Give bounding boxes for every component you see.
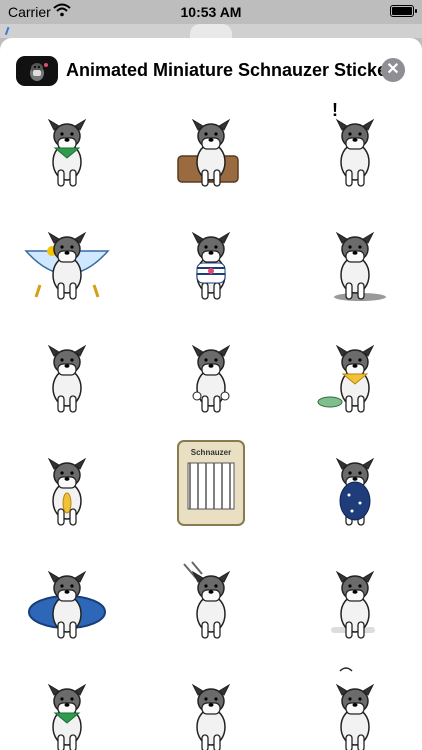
sticker-thumbs-up[interactable] [156,320,266,420]
schnauzer-app-icon [16,56,58,86]
crate-label: Schnauzer [191,448,231,457]
sticker-dizzy[interactable] [300,659,410,750]
sticker-food-bowl[interactable] [300,320,410,420]
sticker-on-suitcase[interactable] [156,94,266,194]
sticker-sheet: Animated Miniature Schnauzer Stickers ✕ [0,38,422,750]
sheet-header: Animated Miniature Schnauzer Stickers ✕ [0,38,422,102]
sticker-grooming[interactable] [156,546,266,646]
sticker-holding-fish[interactable] [12,433,122,533]
sticker-sitting-green-bandana[interactable] [12,94,122,194]
sticker-pet-carrier[interactable]: Schnauzer [156,433,266,533]
sticker-polka-dot-raincoat[interactable] [300,433,410,533]
sticker-sitting-front[interactable] [12,320,122,420]
sticker-sleeping-bed[interactable] [12,546,122,646]
close-icon: ✕ [386,61,400,78]
sheet-title: Animated Miniature Schnauzer Stickers [66,60,405,80]
battery-icon [390,5,417,17]
sticker-exclaim[interactable]: ! [300,94,410,194]
svg-text:!: ! [332,100,338,120]
sticker-running[interactable] [300,207,410,307]
status-bar: Carrier 10:53 AM [0,0,422,24]
sticker-playing[interactable] [156,659,266,750]
clock: 10:53 AM [180,4,242,20]
sticker-striped-shirt[interactable] [156,207,266,307]
close-button[interactable]: ✕ [381,58,405,82]
sticker-bathtub-duck[interactable] [12,207,122,307]
sticker-lying-bandana[interactable] [12,659,122,750]
sticker-bone[interactable] [300,546,410,646]
